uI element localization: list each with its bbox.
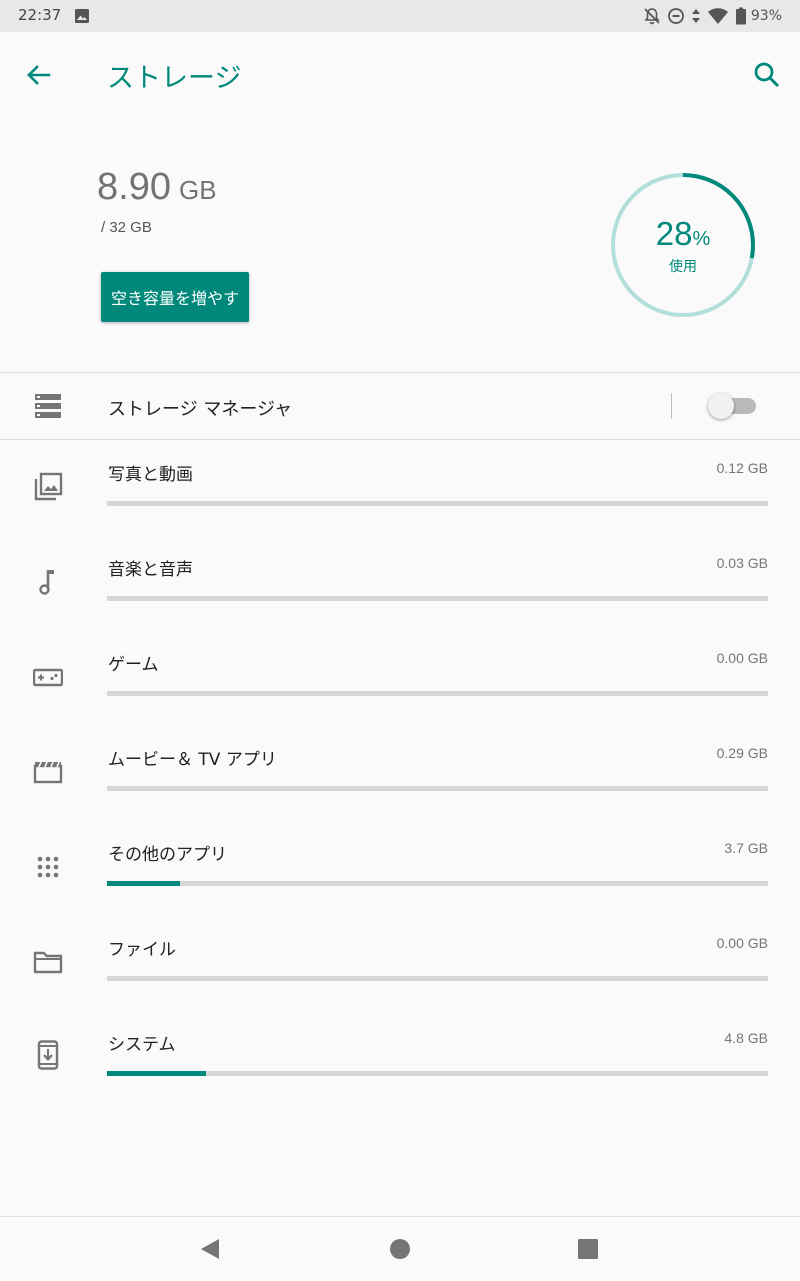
used-unit: GB (178, 175, 217, 205)
page-title: ストレージ (107, 63, 242, 94)
divider (0, 439, 800, 440)
category-files[interactable]: ファイル 0.00 GB (0, 935, 800, 1030)
category-size: 0.12 GB (716, 460, 768, 476)
storage-summary: 8.90 GB / 32 GB 空き容量を増やす 28% 使用 (0, 118, 800, 372)
category-system[interactable]: システム 4.8 GB (0, 1030, 800, 1125)
category-photos-videos[interactable]: 写真と動画 0.12 GB (0, 460, 800, 555)
arrow-back-icon[interactable] (22, 58, 56, 92)
category-progress-fill (107, 1071, 207, 1076)
nav-home-icon[interactable] (389, 1238, 411, 1260)
nav-recents-icon[interactable] (577, 1238, 599, 1260)
category-progress-bar (107, 1071, 768, 1076)
movie-icon (33, 761, 63, 784)
app-bar: ストレージ (0, 32, 800, 118)
used-value: 8.90 (97, 166, 171, 208)
category-size: 0.00 GB (716, 935, 768, 951)
status-bar: 22:37 93% (0, 0, 800, 32)
category-size: 0.29 GB (716, 745, 768, 761)
folder-icon (33, 951, 63, 974)
category-label: ムービー＆ TV アプリ (108, 750, 277, 770)
category-progress-fill (107, 881, 180, 886)
usage-label: 使用 (669, 259, 697, 275)
bell-off-icon (644, 8, 660, 25)
used-amount: 8.90 GB (97, 166, 217, 209)
category-size: 0.00 GB (716, 650, 768, 666)
category-games[interactable]: ゲーム 0.00 GB (0, 650, 800, 745)
music-note-icon (39, 570, 54, 595)
usage-percent-sign: % (692, 228, 711, 250)
navigation-bar (0, 1216, 800, 1281)
storage-icon (35, 394, 61, 418)
category-label: 音楽と音声 (108, 560, 193, 580)
search-icon[interactable] (750, 58, 784, 92)
image-notification-icon (75, 9, 89, 23)
storage-manager-toggle[interactable] (708, 393, 756, 419)
vertical-divider (671, 393, 672, 419)
total-amount: / 32 GB (101, 219, 152, 236)
category-progress-bar (107, 976, 768, 981)
category-progress-bar (107, 691, 768, 696)
category-other-apps[interactable]: その他のアプリ 3.7 GB (0, 840, 800, 935)
status-time: 22:37 (18, 6, 62, 24)
category-progress-bar (107, 501, 768, 506)
category-music-audio[interactable]: 音楽と音声 0.03 GB (0, 555, 800, 650)
category-progress-bar (107, 596, 768, 601)
storage-manager-row[interactable]: ストレージ マネージャ (0, 373, 800, 439)
free-up-space-button[interactable]: 空き容量を増やす (101, 272, 249, 322)
storage-manager-label: ストレージ マネージャ (108, 399, 293, 420)
category-size: 4.8 GB (724, 1030, 768, 1046)
gamepad-icon (33, 668, 63, 687)
category-label: ゲーム (108, 655, 159, 675)
wifi-icon (707, 8, 728, 24)
do-not-disturb-icon (667, 8, 684, 24)
system-update-icon (37, 1040, 59, 1070)
category-size: 3.7 GB (724, 840, 768, 856)
category-label: ファイル (108, 940, 176, 960)
category-label: その他のアプリ (108, 845, 227, 865)
category-size: 0.03 GB (716, 555, 768, 571)
category-progress-bar (107, 881, 768, 886)
usage-percent-value: 28 (655, 215, 693, 252)
battery-icon (735, 7, 746, 25)
category-label: 写真と動画 (108, 465, 193, 485)
apps-grid-icon (37, 856, 59, 878)
battery-percent: 93% (750, 8, 782, 24)
toggle-thumb (708, 393, 734, 419)
category-label: システム (108, 1035, 176, 1055)
category-movies-tv[interactable]: ムービー＆ TV アプリ 0.29 GB (0, 745, 800, 840)
photo-library-icon (34, 472, 63, 501)
nav-back-icon[interactable] (198, 1237, 222, 1261)
data-arrows-icon (691, 9, 700, 23)
status-icons: 93% (637, 5, 782, 27)
category-progress-bar (107, 786, 768, 791)
usage-percent: 28% (608, 215, 758, 253)
